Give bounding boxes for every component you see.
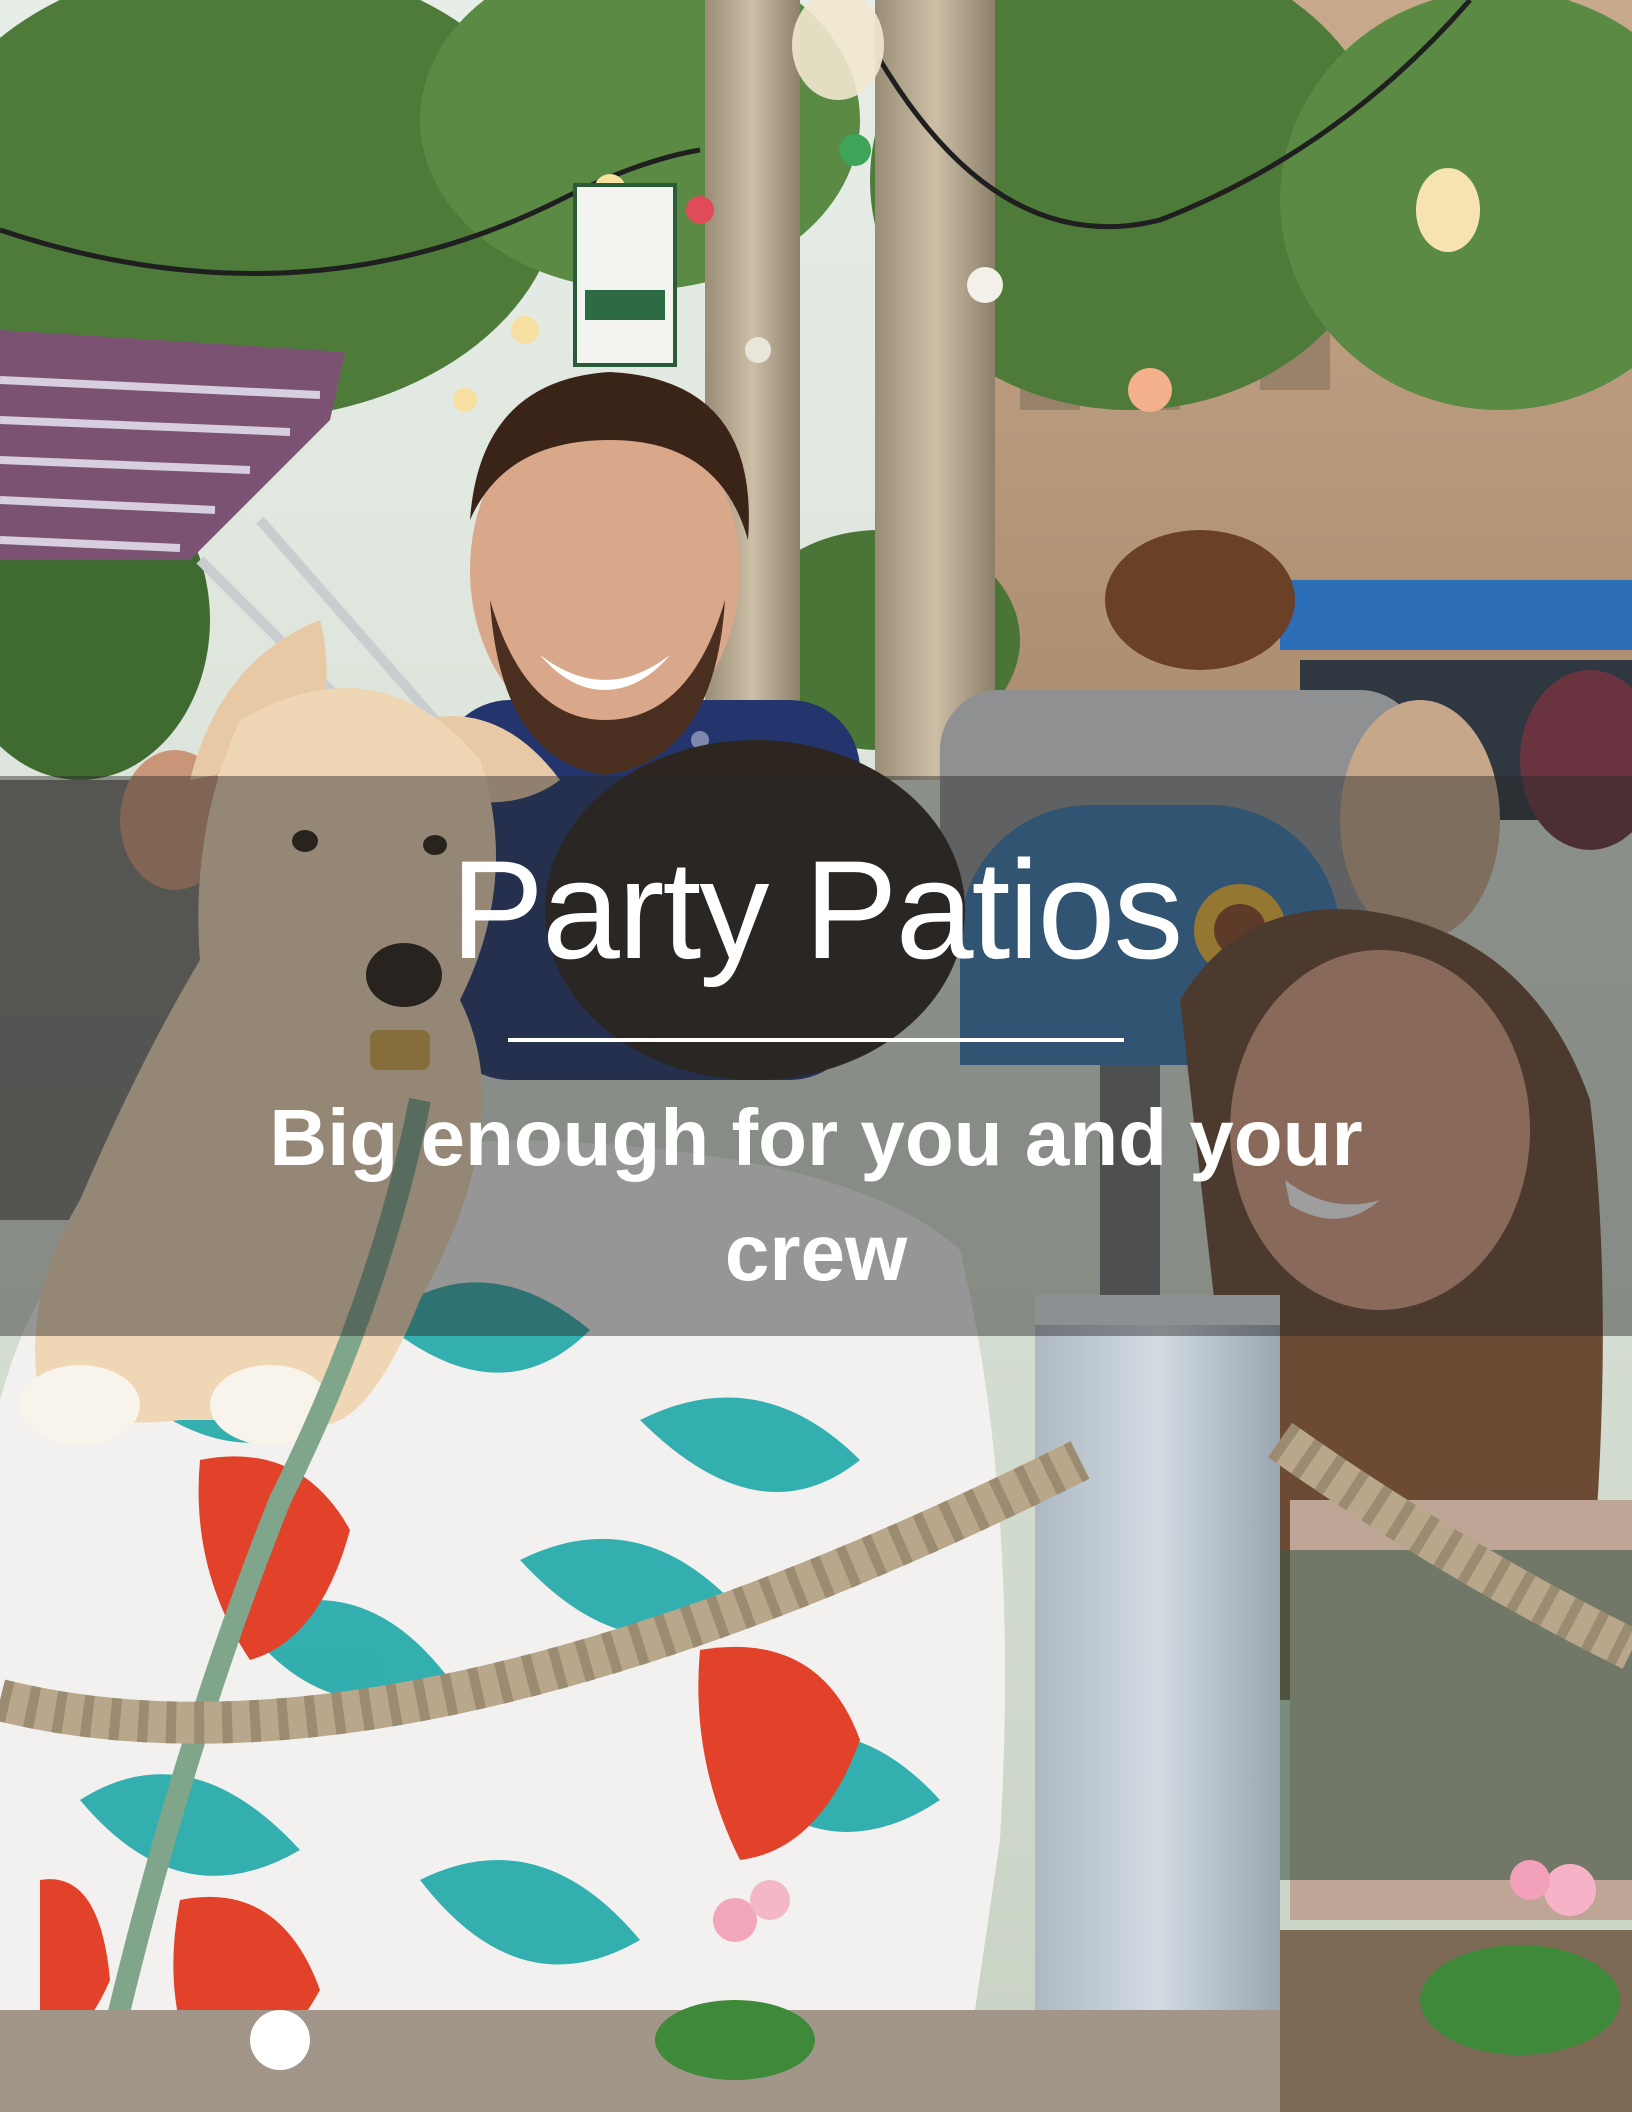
headline-divider <box>508 1038 1124 1042</box>
headline: Party Patios <box>450 831 1184 988</box>
subheadline: Big enough for you and your crew <box>269 1093 1363 1297</box>
